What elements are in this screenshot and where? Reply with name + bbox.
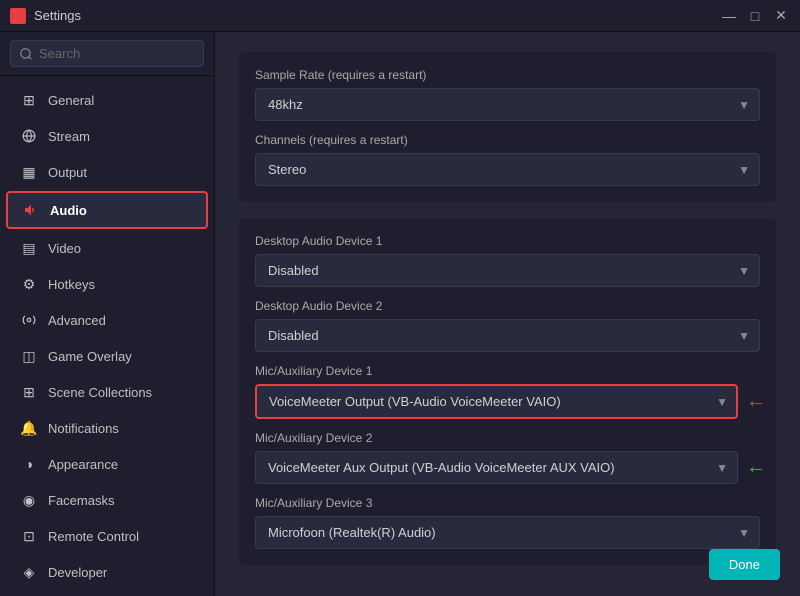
titlebar: Settings — □ ✕	[0, 0, 800, 32]
sidebar-label-general: General	[48, 93, 94, 108]
sidebar-item-facemasks[interactable]: ◉ Facemasks	[6, 483, 208, 517]
sidebar-item-scene-collections[interactable]: ⊞ Scene Collections	[6, 375, 208, 409]
sidebar-item-notifications[interactable]: 🔔 Notifications	[6, 411, 208, 445]
mic-device-2-select[interactable]: VoiceMeeter Aux Output (VB-Audio VoiceMe…	[255, 451, 738, 484]
sidebar-item-hotkeys[interactable]: ⚙ Hotkeys	[6, 267, 208, 301]
general-icon: ⊞	[20, 91, 38, 109]
sidebar-label-remote-control: Remote Control	[48, 529, 139, 544]
search-icon	[19, 47, 33, 61]
main-container: ⊞ General Stream ▦ Output Audio ▤	[0, 32, 800, 596]
mic-device-2-row: VoiceMeeter Aux Output (VB-Audio VoiceMe…	[255, 451, 760, 484]
sidebar-label-notifications: Notifications	[48, 421, 119, 436]
nav-items: ⊞ General Stream ▦ Output Audio ▤	[0, 76, 214, 596]
channels-label: Channels (requires a restart)	[255, 133, 760, 147]
sidebar: ⊞ General Stream ▦ Output Audio ▤	[0, 32, 215, 596]
sidebar-label-video: Video	[48, 241, 81, 256]
mic-device-2-green-arrow-icon: ←	[746, 456, 766, 479]
section-sample-rate: Sample Rate (requires a restart) 48khz 4…	[239, 52, 776, 202]
sidebar-label-hotkeys: Hotkeys	[48, 277, 95, 292]
video-icon: ▤	[20, 239, 38, 257]
sidebar-item-audio[interactable]: Audio	[6, 191, 208, 229]
mic-device-2-wrapper: VoiceMeeter Aux Output (VB-Audio VoiceMe…	[255, 451, 738, 484]
window-controls: — □ ✕	[720, 7, 790, 25]
sidebar-label-stream: Stream	[48, 129, 90, 144]
stream-icon	[20, 127, 38, 145]
mic-device-3-wrapper: Microfoon (Realtek(R) Audio) ▼	[255, 516, 760, 549]
scene-collections-icon: ⊞	[20, 383, 38, 401]
sidebar-item-video[interactable]: ▤ Video	[6, 231, 208, 265]
desktop-audio-1-select[interactable]: Disabled	[255, 254, 760, 287]
sidebar-item-output[interactable]: ▦ Output	[6, 155, 208, 189]
sidebar-label-audio: Audio	[50, 203, 87, 218]
app-icon	[10, 8, 26, 24]
done-button-container: Done	[709, 549, 780, 580]
window-title: Settings	[34, 8, 720, 23]
mic-device-1-row: VoiceMeeter Output (VB-Audio VoiceMeeter…	[255, 384, 760, 419]
mic-device-3-select[interactable]: Microfoon (Realtek(R) Audio)	[255, 516, 760, 549]
sidebar-label-appearance: Appearance	[48, 457, 118, 472]
search-container	[0, 32, 214, 76]
channels-select-wrapper: Stereo Mono ▼	[255, 153, 760, 186]
sidebar-label-game-overlay: Game Overlay	[48, 349, 132, 364]
remote-control-icon: ⊡	[20, 527, 38, 545]
desktop-audio-2-label: Desktop Audio Device 2	[255, 299, 760, 313]
desktop-audio-2-select[interactable]: Disabled	[255, 319, 760, 352]
mic-device-3-label: Mic/Auxiliary Device 3	[255, 496, 760, 510]
mic-device-1-label: Mic/Auxiliary Device 1	[255, 364, 760, 378]
sidebar-item-game-overlay[interactable]: ◫ Game Overlay	[6, 339, 208, 373]
game-overlay-icon: ◫	[20, 347, 38, 365]
sidebar-label-developer: Developer	[48, 565, 107, 580]
section-audio-devices: Desktop Audio Device 1 Disabled ▼ Deskto…	[239, 218, 776, 565]
advanced-icon	[20, 311, 38, 329]
sidebar-label-output: Output	[48, 165, 87, 180]
sample-rate-label: Sample Rate (requires a restart)	[255, 68, 760, 82]
sample-rate-select[interactable]: 48khz 44.1khz	[255, 88, 760, 121]
sidebar-item-experimental[interactable]: ⊛ Experimental	[6, 591, 208, 596]
mic-device-1-red-arrow-icon: ←	[746, 390, 766, 413]
sidebar-label-scene-collections: Scene Collections	[48, 385, 152, 400]
sidebar-item-stream[interactable]: Stream	[6, 119, 208, 153]
close-button[interactable]: ✕	[772, 7, 790, 25]
sidebar-label-advanced: Advanced	[48, 313, 106, 328]
sidebar-item-general[interactable]: ⊞ General	[6, 83, 208, 117]
search-box	[10, 40, 204, 67]
mic-device-1-select[interactable]: VoiceMeeter Output (VB-Audio VoiceMeeter…	[255, 384, 738, 419]
maximize-button[interactable]: □	[746, 7, 764, 25]
mic-device-1-wrapper: VoiceMeeter Output (VB-Audio VoiceMeeter…	[255, 384, 738, 419]
desktop-audio-1-label: Desktop Audio Device 1	[255, 234, 760, 248]
sample-rate-select-wrapper: 48khz 44.1khz ▼	[255, 88, 760, 121]
notifications-icon: 🔔	[20, 419, 38, 437]
facemasks-icon: ◉	[20, 491, 38, 509]
done-button[interactable]: Done	[709, 549, 780, 580]
appearance-icon: ◑	[20, 455, 38, 473]
desktop-audio-2-wrapper: Disabled ▼	[255, 319, 760, 352]
channels-select[interactable]: Stereo Mono	[255, 153, 760, 186]
minimize-button[interactable]: —	[720, 7, 738, 25]
sidebar-label-facemasks: Facemasks	[48, 493, 114, 508]
output-icon: ▦	[20, 163, 38, 181]
audio-icon	[22, 201, 40, 219]
content-area: Sample Rate (requires a restart) 48khz 4…	[215, 32, 800, 596]
sidebar-item-developer[interactable]: ◈ Developer	[6, 555, 208, 589]
sidebar-item-advanced[interactable]: Advanced	[6, 303, 208, 337]
mic-device-2-label: Mic/Auxiliary Device 2	[255, 431, 760, 445]
search-input[interactable]	[39, 46, 195, 61]
desktop-audio-1-wrapper: Disabled ▼	[255, 254, 760, 287]
developer-icon: ◈	[20, 563, 38, 581]
sidebar-item-remote-control[interactable]: ⊡ Remote Control	[6, 519, 208, 553]
hotkeys-icon: ⚙	[20, 275, 38, 293]
sidebar-item-appearance[interactable]: ◑ Appearance	[6, 447, 208, 481]
